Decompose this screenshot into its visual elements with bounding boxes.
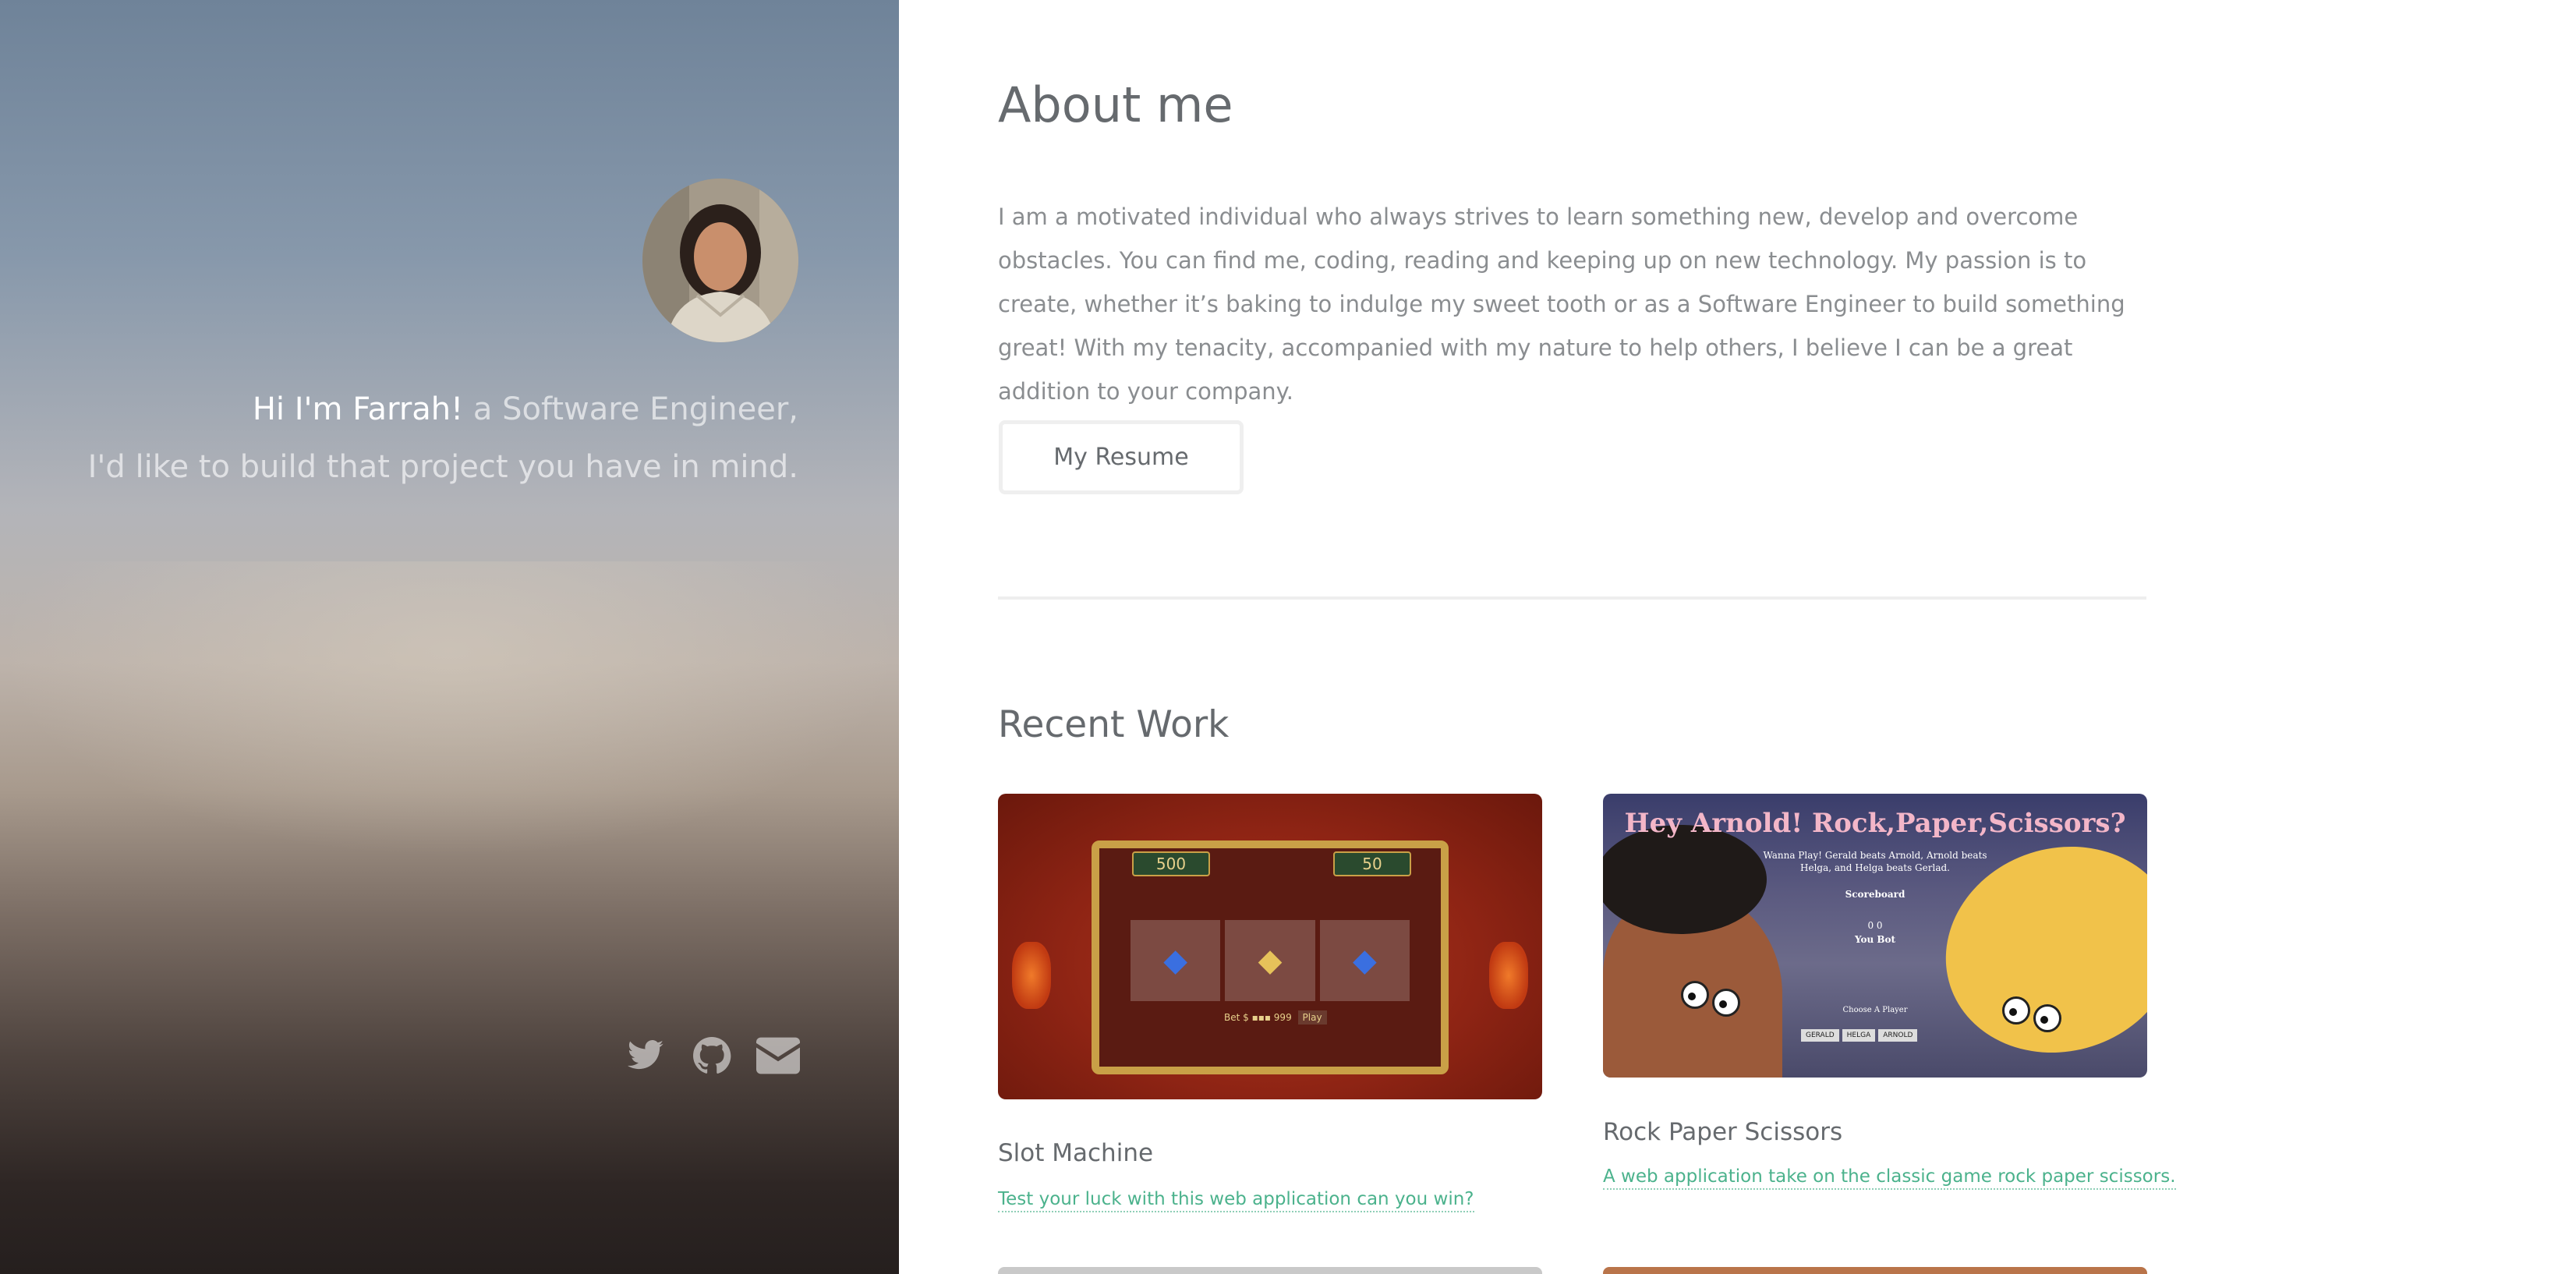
section-divider [998,596,2146,600]
rps-scoreboard: Scoreboard [1845,889,1905,900]
work-card-slot-machine: 500 50 ◆ ◆ ◆ Bet $ ▪▪▪ 999 Play Slot Mac… [998,794,1542,1212]
hero-background-haze [0,561,899,858]
slot-play-button: Play [1297,1010,1327,1025]
slot-reel-1: ◆ [1131,920,1221,1001]
rps-player-button: ARNOLD [1878,1029,1918,1042]
work-card-peek[interactable] [1603,1267,2147,1274]
rock-paper-scissors-thumbnail[interactable]: Hey Arnold! Rock,Paper,Scissors? Wanna P… [1603,794,2147,1078]
rps-rules-2: Helga, and Helga beats Gerlad. [1800,862,1950,873]
rps-score-labels: You Bot [1854,934,1896,945]
rps-choose: Choose A Player [1842,1006,1908,1014]
slot-reel-2: ◆ [1225,920,1315,1001]
lantern-left [1012,942,1051,1009]
hero-greeting: Hi I'm Farrah! [252,391,464,427]
about-body: I am a motivated individual who always s… [998,203,2125,405]
about-title: About me [998,76,1233,133]
slot-machine-thumbnail[interactable]: 500 50 ◆ ◆ ◆ Bet $ ▪▪▪ 999 Play [998,794,1542,1099]
hero-intro-line-1: Hi I'm Farrah! a Software Engineer, [58,380,798,438]
hero-intro: Hi I'm Farrah! a Software Engineer, I'd … [58,380,798,496]
github-link[interactable] [690,1036,734,1075]
avatar-photo [642,179,798,342]
work-card-peek[interactable] [998,1267,1542,1274]
work-card-link[interactable]: A web application take on the classic ga… [1603,1166,2176,1190]
slot-reel-3: ◆ [1319,920,1410,1001]
slot-jackpot-right-value: 50 [1362,855,1382,873]
gerald-hair [1603,825,1767,934]
rps-player-buttons: GERALD HELGA ARNOLD [1801,1029,1918,1042]
slot-jackpot-right: 50 [1333,851,1411,876]
recent-work-title: Recent Work [998,703,1230,746]
lantern-right [1489,942,1528,1009]
email-link[interactable] [756,1036,800,1075]
slot-reels: ◆ ◆ ◆ [1131,920,1410,1001]
hero-tagline: I'd like to build that project you have … [87,449,798,485]
slot-bet-label: Bet $ ▪▪▪ 999 Play [1224,1010,1327,1025]
rps-rules-1: Wanna Play! Gerald beats Arnold, Arnold … [1763,850,1987,861]
gerald-eye [1681,981,1709,1009]
twitter-link[interactable] [624,1036,667,1075]
slot-bet-text: Bet $ ▪▪▪ 999 [1224,1012,1292,1023]
main-content: About me I am a motivated individual who… [899,0,2576,1274]
hero-role: a Software Engineer, [463,391,798,427]
github-icon [693,1037,731,1074]
rps-heading: Hey Arnold! Rock,Paper,Scissors? [1624,808,2126,839]
resume-button[interactable]: My Resume [999,420,1244,494]
work-card-title: Rock Paper Scissors [1603,1118,1843,1146]
rps-score: 0 0 [1867,920,1883,931]
avatar [642,179,798,342]
work-card-rock-paper-scissors: Hey Arnold! Rock,Paper,Scissors? Wanna P… [1603,794,2176,1190]
work-card-title: Slot Machine [998,1139,1154,1167]
slot-jackpot-left-value: 500 [1155,855,1187,873]
rps-player-button: GERALD [1801,1029,1839,1042]
twitter-icon [628,1040,663,1070]
hero-panel: Hi I'm Farrah! a Software Engineer, I'd … [0,0,899,1274]
slot-jackpot-left: 500 [1132,851,1210,876]
work-card-link[interactable]: Test your luck with this web application… [998,1189,1474,1212]
social-links [624,1034,800,1078]
rps-player-button: HELGA [1842,1029,1876,1042]
envelope-icon [756,1037,800,1074]
